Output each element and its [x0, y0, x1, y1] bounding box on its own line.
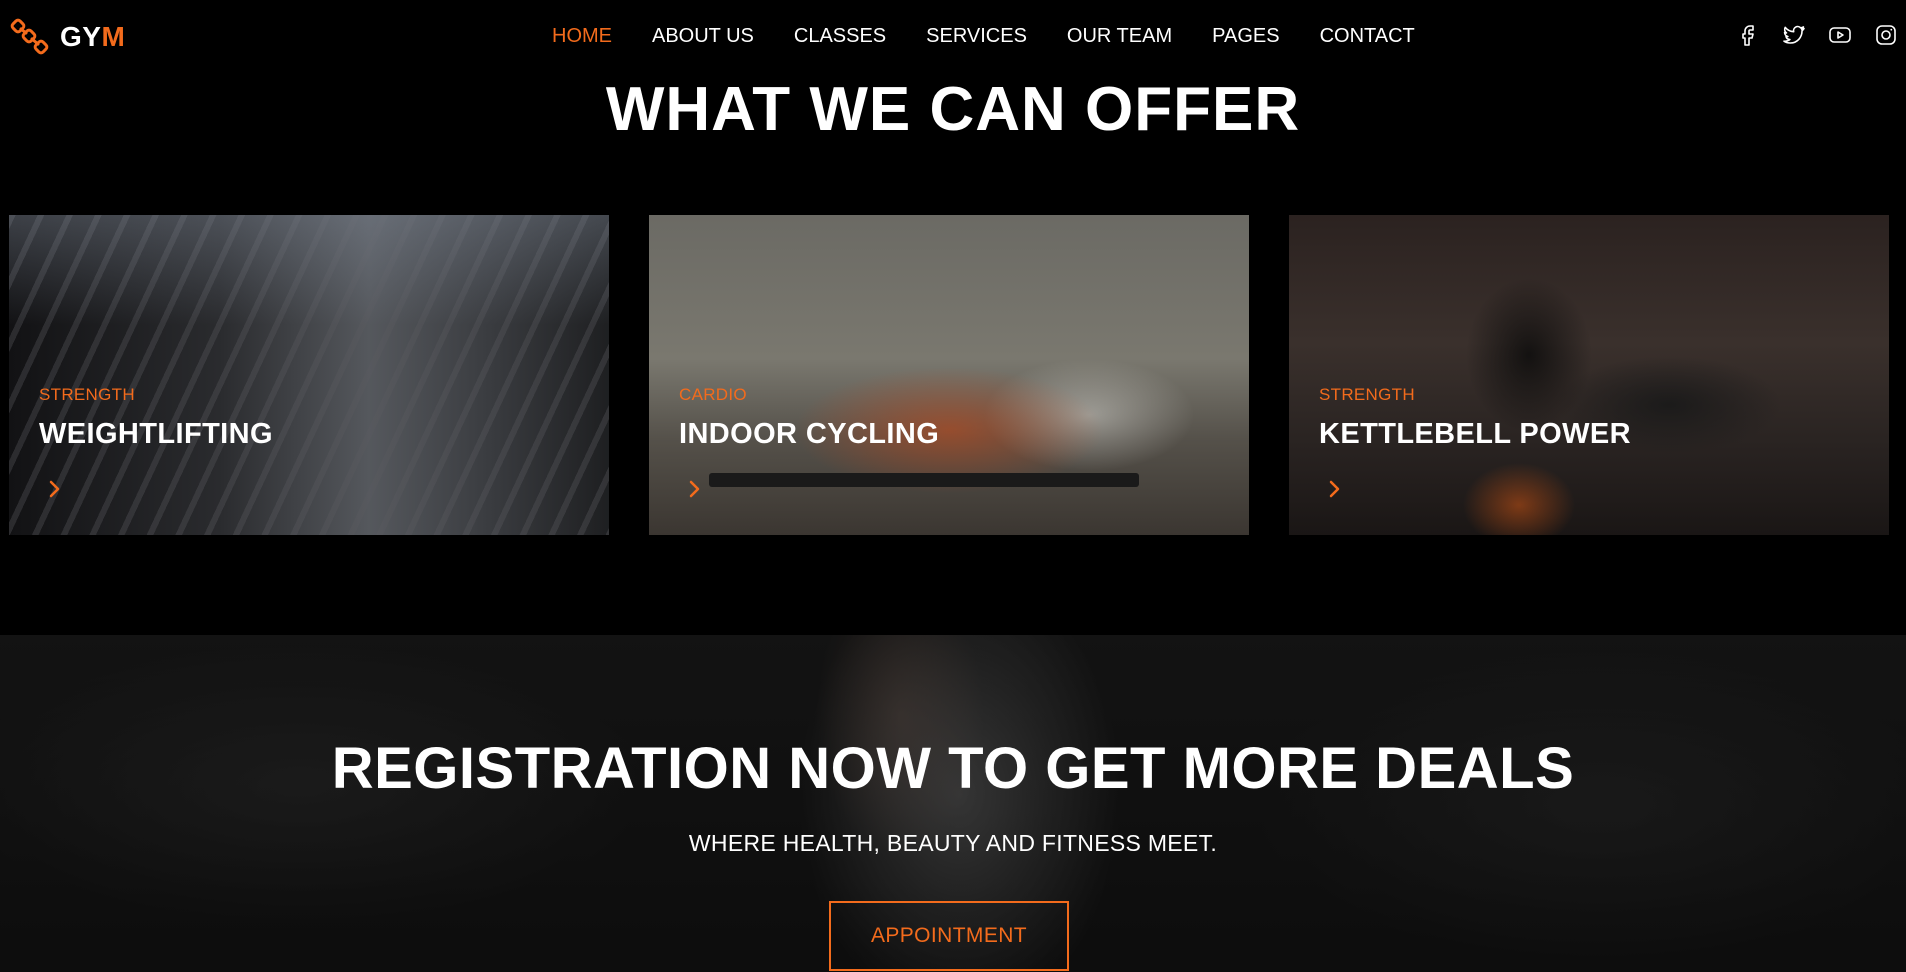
main-nav: HOME ABOUT US CLASSES SERVICES OUR TEAM … [532, 22, 1435, 50]
card-title: KETTLEBELL POWER [1319, 418, 1631, 450]
registration-subtitle: WHERE HEALTH, BEAUTY AND FITNESS MEET. [688, 830, 1218, 856]
facebook-icon[interactable] [1736, 22, 1760, 48]
site-header: GYM HOME ABOUT US CLASSES SERVICES OUR T… [0, 0, 1906, 72]
logo-text-main: GY [60, 21, 102, 52]
nav-our-team[interactable]: OUR TEAM [1047, 22, 1192, 50]
nav-home[interactable]: HOME [532, 22, 632, 50]
nav-services[interactable]: SERVICES [906, 22, 1047, 50]
nav-classes[interactable]: CLASSES [774, 22, 906, 50]
card-title: WEIGHTLIFTING [39, 418, 273, 450]
offer-card-weightlifting[interactable]: STRENGTH WEIGHTLIFTING [9, 215, 609, 535]
logo-text: GYM [60, 21, 125, 53]
youtube-icon[interactable] [1828, 22, 1852, 48]
nav-about-us[interactable]: ABOUT US [632, 22, 774, 50]
chevron-right-icon[interactable] [685, 477, 705, 501]
logo-text-accent: M [101, 21, 126, 52]
nav-pages[interactable]: PAGES [1192, 22, 1299, 50]
twitter-icon[interactable] [1782, 22, 1806, 48]
card-image-kettlebell-power [1289, 215, 1889, 535]
registration-title: REGISTRATION NOW TO GET MORE DEALS [331, 736, 1575, 801]
chevron-right-icon[interactable] [45, 477, 65, 501]
logo[interactable]: GYM [10, 18, 125, 56]
instagram-icon[interactable] [1874, 22, 1898, 48]
card-category: CARDIO [679, 385, 747, 404]
offer-section-title: WHAT WE CAN OFFER [605, 75, 1301, 144]
card-category: STRENGTH [1319, 385, 1415, 404]
appointment-button[interactable]: APPOINTMENT [829, 901, 1069, 971]
card-image-indoor-cycling [649, 215, 1249, 535]
nav-contact[interactable]: CONTACT [1300, 22, 1435, 50]
card-category: STRENGTH [39, 385, 135, 404]
offer-card-kettlebell-power[interactable]: STRENGTH KETTLEBELL POWER [1289, 215, 1889, 535]
chevron-right-icon[interactable] [1325, 477, 1345, 501]
dumbbell-logo-icon [10, 18, 49, 55]
page: GYM HOME ABOUT US CLASSES SERVICES OUR T… [0, 0, 1906, 972]
card-title: INDOOR CYCLING [679, 418, 940, 450]
card-image-weightlifting [9, 215, 609, 535]
social-links [1736, 22, 1898, 48]
offer-card-indoor-cycling[interactable]: CARDIO INDOOR CYCLING [649, 215, 1249, 535]
registration-banner: REGISTRATION NOW TO GET MORE DEALS WHERE… [0, 635, 1906, 972]
